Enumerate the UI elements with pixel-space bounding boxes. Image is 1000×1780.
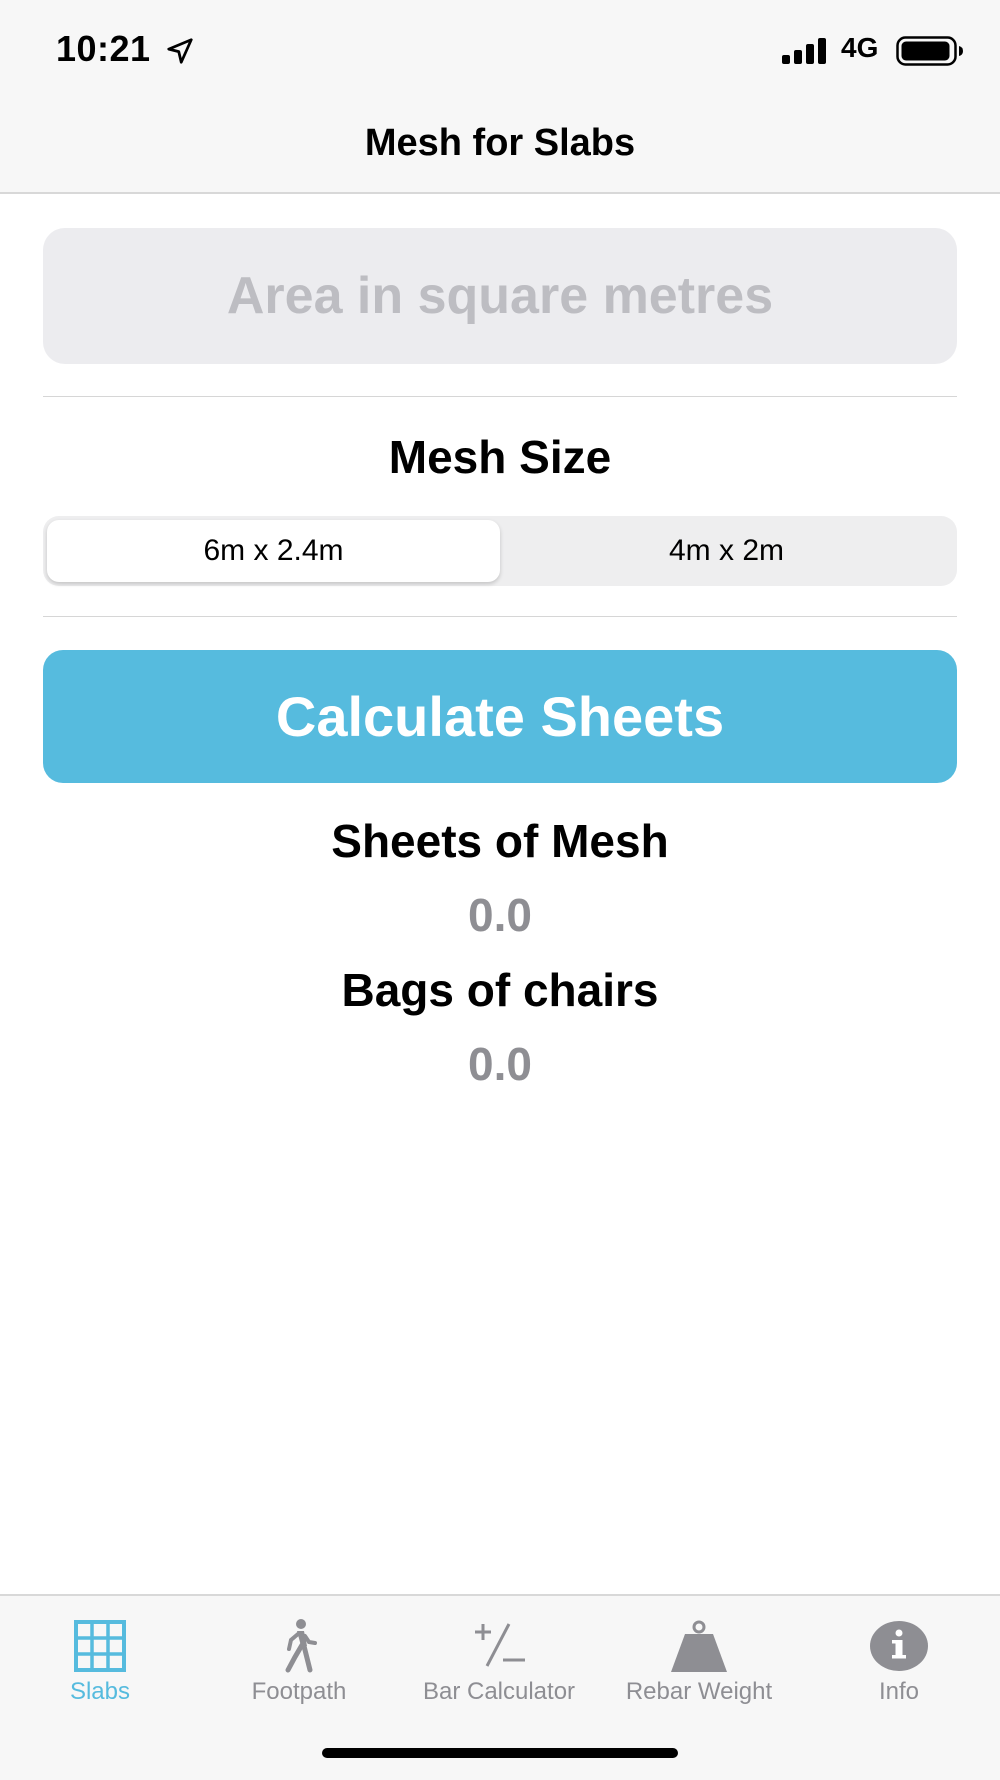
segment-6m-x-2.4m[interactable]: 6m x 2.4m [47,520,500,582]
bags-of-chairs-label: Bags of chairs [341,964,659,1016]
mesh-size-segmented-control: 6m x 2.4m 4m x 2m [43,516,957,586]
tab-slabs[interactable]: Slabs [0,1596,200,1716]
tab-label: Rebar Weight [625,1678,773,1705]
navigation-bar: Mesh for Slabs [0,100,1000,194]
battery-icon [896,36,963,66]
tab-label: Slabs [69,1678,131,1705]
calculate-sheets-button[interactable]: Calculate Sheets [43,650,957,783]
tab-label: Footpath [251,1678,347,1705]
segment-4m-x-2m[interactable]: 4m x 2m [500,520,953,582]
cellular-signal-icon [782,38,826,64]
sheets-of-mesh-label: Sheets of Mesh [331,815,669,867]
sheets-of-mesh-value: 0.0 [468,889,532,941]
tab-info[interactable]: Info [799,1596,999,1716]
tab-footpath[interactable]: Footpath [199,1596,399,1716]
bags-of-chairs-value: 0.0 [468,1038,532,1090]
divider [43,616,957,617]
tab-bar-calculator[interactable]: Bar Calculator [399,1596,599,1716]
tab-label: Info [878,1678,920,1705]
network-type: 4G [841,32,879,63]
status-time: 10:21 [56,28,151,69]
home-indicator[interactable] [322,1748,678,1758]
page-title: Mesh for Slabs [364,122,636,164]
plus-minus-icon [475,1623,525,1667]
area-input[interactable] [43,228,957,364]
grid-icon [74,1620,126,1672]
divider [43,396,957,397]
weight-icon [671,1620,727,1672]
mesh-size-title: Mesh Size [388,431,612,483]
status-bar: 10:21 4G [0,0,1000,100]
walking-person-icon [285,1619,317,1673]
tab-rebar-weight[interactable]: Rebar Weight [599,1596,799,1716]
tab-label: Bar Calculator [422,1678,576,1705]
info-icon [870,1621,928,1671]
location-arrow-icon [167,38,193,64]
